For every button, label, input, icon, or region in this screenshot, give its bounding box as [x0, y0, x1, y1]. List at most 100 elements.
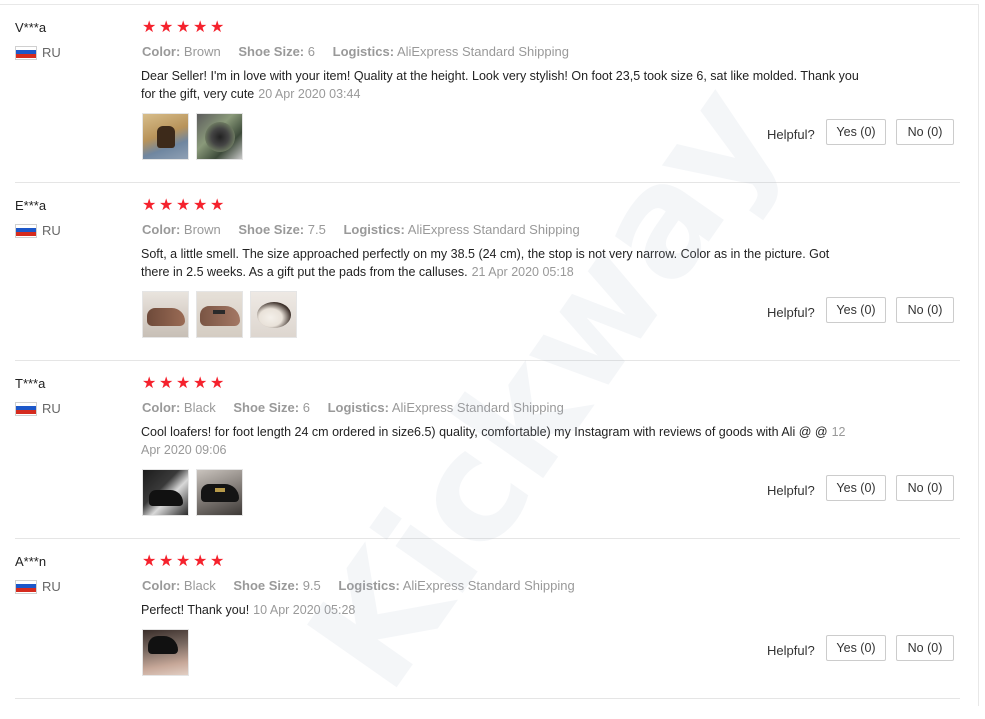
review-date: 10 Apr 2020 05:28: [253, 603, 356, 617]
star-icon: ★: [142, 19, 157, 36]
star-icon: ★: [210, 197, 225, 214]
reviewer-country: RU: [15, 579, 61, 594]
size-label: Shoe Size:: [238, 222, 305, 237]
star-icon: ★: [193, 553, 208, 570]
review-divider: [15, 538, 960, 539]
color-label: Color:: [142, 400, 181, 415]
review-photo[interactable]: [196, 291, 243, 338]
reviewer-country: RU: [15, 45, 61, 60]
helpful-yes-button[interactable]: Yes (0): [826, 119, 886, 145]
helpful-no-button[interactable]: No (0): [896, 119, 954, 145]
reviewer-country: RU: [15, 223, 61, 238]
order-info: Color: Brown Shoe Size: 7.5 Logistics: A…: [142, 222, 594, 237]
review-divider: [15, 698, 960, 699]
helpful-yes-button[interactable]: Yes (0): [826, 475, 886, 501]
star-icon: ★: [159, 19, 174, 36]
review-text: Cool loafers! for foot length 24 cm orde…: [141, 423, 861, 459]
reviewer-name: E***a: [15, 198, 47, 213]
right-border: [978, 4, 979, 706]
star-icon: ★: [193, 375, 208, 392]
reviewer-country: RU: [15, 401, 61, 416]
review-photos: [142, 291, 297, 338]
review-photo[interactable]: [196, 469, 243, 516]
color-label: Color:: [142, 44, 181, 59]
helpful-label: Helpful?: [767, 127, 815, 142]
review-text: Perfect! Thank you! 10 Apr 2020 05:28: [141, 601, 861, 619]
color-value: Black: [183, 400, 216, 415]
review-divider: [15, 360, 960, 361]
helpful-label: Helpful?: [767, 483, 815, 498]
review-photo[interactable]: [250, 291, 297, 338]
color-label: Color:: [142, 222, 181, 237]
review-text: Soft, a little smell. The size approache…: [141, 245, 861, 281]
helpful-no-button[interactable]: No (0): [896, 475, 954, 501]
color-label: Color:: [142, 578, 181, 593]
watermark: Kickway: [275, 54, 814, 719]
star-icon: ★: [159, 197, 174, 214]
review-photo[interactable]: [142, 291, 189, 338]
review-photos: [142, 469, 243, 516]
size-value: 6: [307, 44, 315, 59]
order-info: Color: Black Shoe Size: 9.5 Logistics: A…: [142, 578, 589, 593]
size-value: 6: [302, 400, 310, 415]
review-text: Dear Seller! I'm in love with your item!…: [141, 67, 861, 103]
review-date: 21 Apr 2020 05:18: [471, 265, 574, 279]
star-icon: ★: [210, 375, 225, 392]
russia-flag-icon: [15, 45, 37, 60]
star-icon: ★: [176, 197, 191, 214]
size-label: Shoe Size:: [233, 578, 300, 593]
country-code: RU: [42, 579, 61, 594]
star-icon: ★: [142, 553, 157, 570]
helpful-yes-button[interactable]: Yes (0): [826, 635, 886, 661]
review-body: Cool loafers! for foot length 24 cm orde…: [141, 425, 828, 439]
review-date: 20 Apr 2020 03:44: [258, 87, 361, 101]
logistics-label: Logistics:: [343, 222, 405, 237]
star-icon: ★: [159, 553, 174, 570]
country-code: RU: [42, 401, 61, 416]
reviewer-name: A***n: [15, 554, 47, 569]
star-icon: ★: [210, 19, 225, 36]
logistics-label: Logistics:: [327, 400, 389, 415]
size-label: Shoe Size:: [233, 400, 300, 415]
order-info: Color: Brown Shoe Size: 6 Logistics: Ali…: [142, 44, 583, 59]
star-icon: ★: [210, 553, 225, 570]
review-body: Perfect! Thank you!: [141, 603, 250, 617]
color-value: Brown: [183, 44, 221, 59]
star-icon: ★: [193, 19, 208, 36]
size-value: 7.5: [307, 222, 326, 237]
top-border: [0, 4, 978, 5]
review-photos: [142, 113, 243, 160]
star-icon: ★: [176, 375, 191, 392]
order-info: Color: Black Shoe Size: 6 Logistics: Ali…: [142, 400, 578, 415]
star-icon: ★: [142, 197, 157, 214]
star-rating: ★ ★ ★ ★ ★: [142, 197, 225, 214]
helpful-label: Helpful?: [767, 305, 815, 320]
country-code: RU: [42, 45, 61, 60]
review-body: Dear Seller! I'm in love with your item!…: [141, 69, 859, 101]
russia-flag-icon: [15, 401, 37, 416]
russia-flag-icon: [15, 223, 37, 238]
logistics-value: AliExpress Standard Shipping: [402, 578, 575, 593]
review-photo[interactable]: [142, 629, 189, 676]
helpful-label: Helpful?: [767, 643, 815, 658]
logistics-label: Logistics:: [338, 578, 400, 593]
logistics-value: AliExpress Standard Shipping: [396, 44, 569, 59]
star-icon: ★: [176, 19, 191, 36]
star-icon: ★: [159, 375, 174, 392]
review-photo[interactable]: [142, 469, 189, 516]
review-photos: [142, 629, 189, 676]
helpful-no-button[interactable]: No (0): [896, 297, 954, 323]
star-rating: ★ ★ ★ ★ ★: [142, 19, 225, 36]
helpful-yes-button[interactable]: Yes (0): [826, 297, 886, 323]
country-code: RU: [42, 223, 61, 238]
size-value: 9.5: [302, 578, 321, 593]
helpful-no-button[interactable]: No (0): [896, 635, 954, 661]
review-photo[interactable]: [142, 113, 189, 160]
russia-flag-icon: [15, 579, 37, 594]
logistics-value: AliExpress Standard Shipping: [391, 400, 564, 415]
review-photo[interactable]: [196, 113, 243, 160]
logistics-value: AliExpress Standard Shipping: [407, 222, 580, 237]
size-label: Shoe Size:: [238, 44, 305, 59]
star-rating: ★ ★ ★ ★ ★: [142, 553, 225, 570]
logistics-label: Logistics:: [332, 44, 395, 59]
